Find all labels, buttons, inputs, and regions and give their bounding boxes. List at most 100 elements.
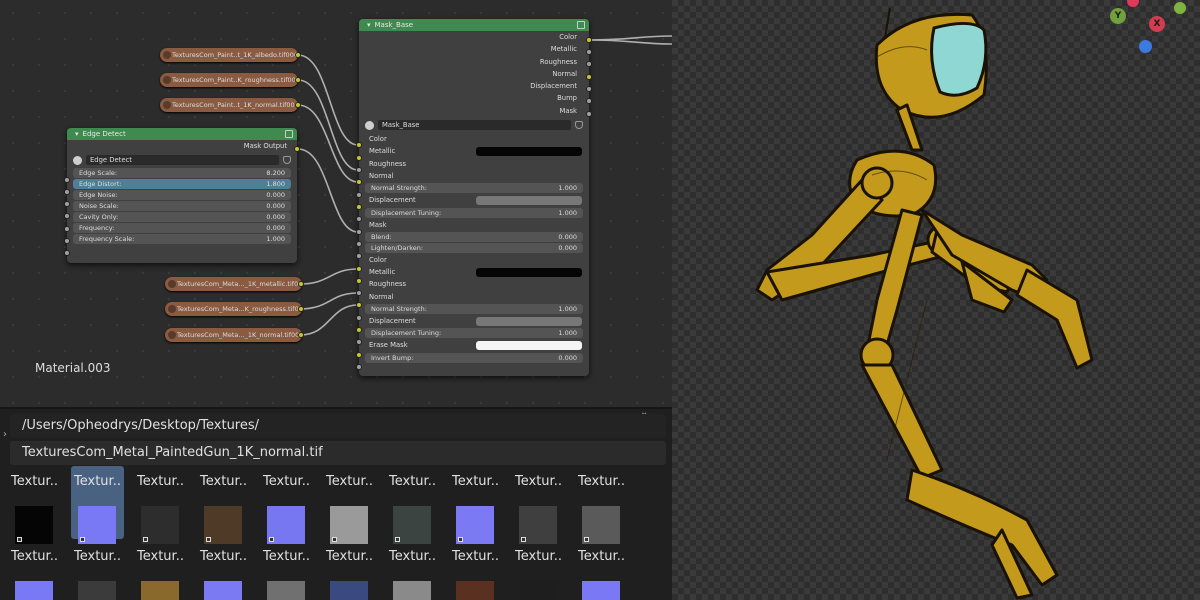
3d-viewport[interactable]: Y X: [672, 0, 1200, 600]
frequency-scale-field[interactable]: Frequency Scale: 1.000: [73, 234, 291, 245]
texture-node-normal[interactable]: TexturesCom_Paint..t_1K_normal.tif000: [160, 98, 298, 112]
node-group-icon[interactable]: [577, 21, 585, 29]
input-socket[interactable]: [356, 302, 362, 308]
file-tile[interactable]: Textur..: [323, 466, 376, 544]
texture-node-albedo[interactable]: TexturesCom_Paint..t_1K_albedo.tif000: [160, 48, 298, 62]
file-tile[interactable]: Textur..: [575, 541, 628, 600]
edge-detect-node[interactable]: ▾ Edge Detect Mask Output Edge Detect Edg…: [67, 128, 297, 263]
input-socket[interactable]: [64, 238, 70, 244]
output-socket[interactable]: [295, 102, 301, 108]
output-socket[interactable]: [586, 98, 592, 104]
input-socket[interactable]: [356, 352, 362, 358]
input-socket[interactable]: [356, 327, 362, 333]
input-socket[interactable]: [356, 315, 362, 321]
normal-strength-field[interactable]: Normal Strength: 1.000: [365, 183, 583, 194]
file-tile[interactable]: Textur..: [197, 541, 250, 600]
input-socket[interactable]: [356, 204, 362, 210]
fake-user-icon[interactable]: [575, 121, 583, 130]
input-socket[interactable]: [356, 278, 362, 284]
output-socket[interactable]: [298, 281, 304, 287]
file-tile[interactable]: Textur..: [386, 541, 439, 600]
file-tile[interactable]: Textur..: [8, 466, 61, 544]
input-metallic[interactable]: Metallic: [359, 145, 589, 157]
node-group-selector[interactable]: Mask_Base: [365, 119, 583, 131]
node-header[interactable]: ▾ Mask_Base: [359, 19, 589, 31]
texture-node-metal-normal[interactable]: TexturesCom_Meta..._1K_normal.tif000: [165, 328, 302, 342]
metallic-color-swatch[interactable]: [476, 268, 582, 277]
output-socket[interactable]: [586, 49, 592, 55]
input-socket[interactable]: [356, 179, 362, 185]
file-tile[interactable]: Textur..: [260, 466, 313, 544]
input-socket[interactable]: [356, 155, 362, 161]
input-metallic-2[interactable]: Metallic: [359, 266, 589, 278]
input-socket[interactable]: [64, 189, 70, 195]
invert-bump-field[interactable]: Invert Bump: 0.000: [365, 352, 583, 363]
file-tile[interactable]: Textur..: [323, 541, 376, 600]
directory-path-field[interactable]: /Users/Opheodrys/Desktop/Textures/: [10, 414, 666, 438]
metallic-color-swatch[interactable]: [476, 147, 582, 156]
cavity-only-field[interactable]: Cavity Only: 0.000: [73, 212, 291, 223]
collapse-icon[interactable]: ▾: [367, 21, 371, 29]
frequency-field[interactable]: Frequency: 0.000: [73, 223, 291, 234]
filename-field[interactable]: TexturesCom_Metal_PaintedGun_1K_normal.t…: [10, 441, 666, 465]
output-socket[interactable]: [586, 86, 592, 92]
file-tile[interactable]: Textur..: [197, 466, 250, 544]
input-socket[interactable]: [64, 226, 70, 232]
input-socket[interactable]: [356, 253, 362, 259]
gizmo-x-axis[interactable]: X: [1149, 16, 1165, 32]
output-socket[interactable]: [586, 74, 592, 80]
input-socket[interactable]: [64, 177, 70, 183]
file-tile[interactable]: Textur..: [134, 541, 187, 600]
input-displacement-2[interactable]: Displacement: [359, 315, 589, 327]
file-tile[interactable]: Textur..: [134, 466, 187, 544]
displacement-tuning-field-2[interactable]: Displacement Tuning: 1.000: [365, 328, 583, 339]
node-header[interactable]: ▾ Edge Detect: [67, 128, 297, 140]
file-tile[interactable]: Textur..: [512, 541, 565, 600]
mask-base-node[interactable]: ▾ Mask_Base Color Metallic Roughness Norm…: [359, 19, 589, 376]
output-socket[interactable]: [586, 111, 592, 117]
gizmo-y-neg[interactable]: [1174, 2, 1186, 14]
file-tile[interactable]: Textur..: [8, 541, 61, 600]
input-socket[interactable]: [64, 213, 70, 219]
input-socket[interactable]: [356, 241, 362, 247]
output-socket[interactable]: [298, 332, 304, 338]
blend-field[interactable]: Blend: 0.000: [365, 231, 583, 242]
gizmo-z-axis[interactable]: [1139, 40, 1152, 53]
shader-node-editor[interactable]: TexturesCom_Paint..t_1K_albedo.tif000 Te…: [0, 0, 672, 407]
input-socket[interactable]: [356, 192, 362, 198]
fake-user-icon[interactable]: [283, 156, 291, 165]
chevron-right-icon[interactable]: ›: [3, 429, 7, 440]
mask-output-socket[interactable]: [294, 146, 300, 152]
file-browser[interactable]: ⌄ › /Users/Opheodrys/Desktop/Textures/ T…: [0, 407, 672, 600]
displacement-color-swatch[interactable]: [476, 317, 582, 326]
output-socket[interactable]: [298, 306, 304, 312]
file-tile[interactable]: Textur..: [71, 541, 124, 600]
input-socket[interactable]: [356, 167, 362, 173]
input-socket[interactable]: [356, 216, 362, 222]
input-erase-mask[interactable]: Erase Mask: [359, 339, 589, 351]
node-group-name[interactable]: Mask_Base: [378, 120, 571, 131]
input-socket[interactable]: [356, 339, 362, 345]
texture-node-metal-metallic[interactable]: TexturesCom_Meta..._1K_metallic.tif000: [165, 277, 302, 291]
file-tile[interactable]: Textur..: [449, 466, 502, 544]
node-group-selector[interactable]: Edge Detect: [73, 154, 291, 166]
displacement-color-swatch[interactable]: [476, 196, 582, 205]
input-socket[interactable]: [64, 201, 70, 207]
input-socket[interactable]: [356, 142, 362, 148]
texture-node-metal-roughness[interactable]: TexturesCom_Meta...K_roughness.tif000: [165, 302, 302, 316]
input-socket[interactable]: [356, 266, 362, 272]
edge-scale-field[interactable]: Edge Scale: 8.200: [73, 168, 291, 179]
input-socket[interactable]: [356, 364, 362, 370]
file-tile[interactable]: Textur..: [575, 466, 628, 544]
output-socket[interactable]: [586, 37, 592, 43]
normal-strength-field-2[interactable]: Normal Strength: 1.000: [365, 304, 583, 315]
output-socket[interactable]: [295, 77, 301, 83]
edge-distort-field[interactable]: Edge Distort: 1.800: [73, 179, 291, 190]
output-socket[interactable]: [586, 61, 592, 67]
texture-node-roughness[interactable]: TexturesCom_Paint..K_roughness.tif000: [160, 73, 298, 87]
input-socket[interactable]: [356, 229, 362, 235]
noise-scale-field[interactable]: Noise Scale: 0.000: [73, 201, 291, 212]
input-socket[interactable]: [356, 290, 362, 296]
robot-model[interactable]: [672, 0, 1200, 600]
gizmo-y-axis[interactable]: Y: [1110, 8, 1126, 24]
